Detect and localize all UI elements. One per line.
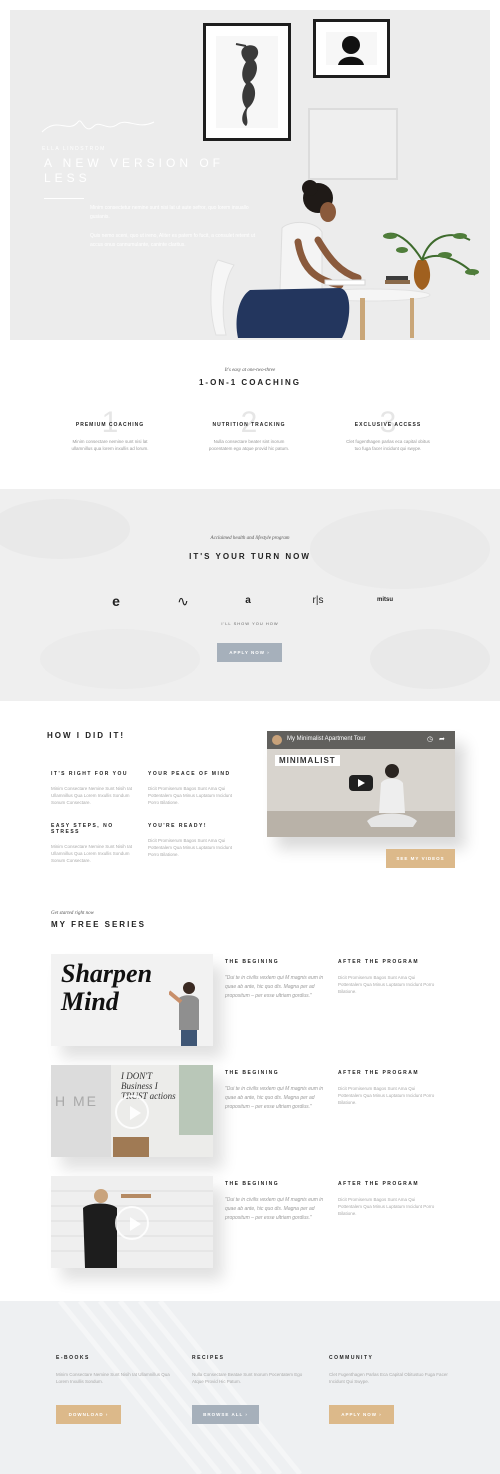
how-item-3: EASY STEPS, NO STRESS Minim Consectare N…: [51, 823, 139, 864]
download-button[interactable]: DOWNLOAD ›: [56, 1405, 121, 1424]
coaching-col-text: Clet fugenthagen parlas eca capital obit…: [346, 439, 430, 451]
turn-section: Acclaimed health and lifestyle program I…: [0, 489, 500, 701]
how-item-title: IT'S RIGHT FOR YOU: [51, 771, 128, 777]
coaching-col-3: 3 EXCLUSIVE ACCESS Clet fugenthagen parl…: [343, 408, 433, 452]
logo-a: a: [245, 595, 251, 606]
play-circle-icon[interactable]: [115, 1095, 149, 1129]
footer-col-title: RECIPES: [192, 1355, 225, 1361]
striped-light-background: [58, 1301, 302, 1474]
coaching-kicker: It's easy at one-two-three: [224, 368, 276, 373]
seahorse-frame: [203, 23, 291, 141]
turn-kicker: Acclaimed health and lifestyle program: [210, 536, 290, 541]
how-item-2: YOUR PEACE OF MIND Dicit Promiserum Bago…: [148, 771, 238, 806]
video-title[interactable]: My Minimalist Apartment Tour: [287, 736, 366, 742]
hero-divider: [44, 198, 84, 199]
coaching-col-title: EXCLUSIVE ACCESS: [354, 422, 422, 428]
how-item-4: YOU'RE READY! Dicit Promiserum Bagos Sun…: [148, 823, 238, 858]
turn-title: IT'S YOUR TURN NOW: [189, 552, 311, 561]
series-left-title: THE BEGINING: [225, 1181, 280, 1187]
painter-person-illustration: [169, 982, 199, 1046]
community-column: COMMUNITY Clet Fugenthagen Parlas Eca Ca…: [329, 1355, 449, 1385]
how-item-title: EASY STEPS, NO STRESS: [51, 823, 114, 835]
how-item-title: YOU'RE READY!: [148, 823, 208, 829]
footer-col-text: Nulla Consectare Beatae Sunt Inorum Poce…: [192, 1372, 303, 1384]
series-right-text: Dicit Promiserum Bagos Sunt Ama Qui Pott…: [338, 1197, 435, 1216]
portrait-silhouette-icon: [338, 36, 364, 65]
signature-logo: [41, 120, 155, 133]
coaching-col-1: 1 PREMIUM COACHING Minim consectare nemi…: [65, 408, 155, 452]
series-quote: "Dui te in civilis vexlem qui M magnis e…: [225, 975, 324, 999]
coaching-col-text: Nulla consectare beater sint inorum poce…: [208, 439, 290, 451]
how-item-text: Dicit Promiserum Bagos Sunt Ama Qui Pott…: [148, 786, 233, 805]
footer-col-title: COMMUNITY: [329, 1355, 374, 1361]
seahorse-icon: [235, 43, 259, 126]
how-item-title: YOUR PEACE OF MIND: [148, 771, 231, 777]
hero-section: ELLA LINDSTROM A NEW VERSION OF LESS Min…: [10, 10, 490, 340]
coaching-col-title: NUTRITION TRACKING: [212, 422, 286, 428]
meditating-person-illustration: [367, 764, 417, 827]
how-item-text: Minim Consectare Nemine Sunt Nisih Iat U…: [51, 786, 133, 805]
logo-mitsu: mitsu: [376, 597, 393, 603]
series-thumbnail-1[interactable]: Sharpen Mind: [51, 954, 213, 1046]
logo-rs: r|s: [312, 595, 324, 606]
see-my-videos-button[interactable]: SEE MY VIDEOS: [386, 849, 455, 868]
series-left-title: THE BEGINING: [225, 1070, 280, 1076]
footer-col-title: E-BOOKS: [56, 1355, 90, 1361]
series-right-text: Dicit Promiserum Bagos Sunt Ama Qui Pott…: [338, 1086, 435, 1105]
stools: [113, 1137, 149, 1157]
video-player[interactable]: My Minimalist Apartment Tour ◷ ➦ MINIMAL…: [267, 731, 455, 837]
share-icon[interactable]: ➦: [439, 735, 445, 743]
series-quote: "Dui te in civilis vexlem qui M magnis e…: [225, 1197, 324, 1221]
wall-lettering: H ME: [55, 1093, 98, 1109]
series-title: MY FREE SERIES: [51, 920, 146, 929]
play-button[interactable]: [349, 775, 373, 791]
recipes-column: RECIPES Nulla Consectare Beatae Sunt Ino…: [192, 1355, 312, 1385]
browse-all-button[interactable]: BROWSE ALL ›: [192, 1405, 259, 1424]
community-apply-button[interactable]: APPLY NOW ›: [329, 1405, 394, 1424]
channel-avatar[interactable]: [272, 735, 282, 745]
how-item-text: Dicit Promiserum Bagos Sunt Ama Qui Pott…: [148, 838, 233, 857]
series-right-title: AFTER THE PROGRAM: [338, 1070, 420, 1076]
series-left-title: THE BEGINING: [225, 959, 280, 965]
coaching-title: 1-ON-1 COACHING: [198, 378, 301, 387]
how-item-1: IT'S RIGHT FOR YOU Minim Consectare Nemi…: [51, 771, 139, 806]
series-thumbnail-3[interactable]: [51, 1176, 213, 1268]
turn-caption: I'LL SHOW YOU HOW: [221, 621, 279, 626]
resources-section: E-BOOKS Minim Consectare Nemine Sunt Nis…: [0, 1301, 500, 1474]
series-right-text: Dicit Promiserum Bagos Sunt Ama Qui Pott…: [338, 975, 435, 994]
footer-col-text: Minim Consectare Nemine Sunt Nisih Iat U…: [56, 1372, 170, 1384]
wall-panel: [51, 1065, 111, 1157]
series-kicker: Get started right now: [51, 911, 94, 916]
signature-name: ELLA LINDSTROM: [42, 146, 106, 152]
hero-paragraph-1: Minim consectetur nemine sunt nisi lat u…: [90, 205, 249, 220]
coaching-col-text: Minim consectare nemine sunt nisi lat ul…: [71, 439, 149, 451]
portrait-frame: [313, 19, 390, 78]
video-caption: MINIMALIST: [275, 755, 340, 766]
series-right-title: AFTER THE PROGRAM: [338, 1181, 420, 1187]
logo-e: e: [112, 593, 120, 609]
play-icon: [358, 779, 365, 787]
apply-now-button[interactable]: APPLY NOW ›: [217, 643, 282, 662]
play-circle-icon[interactable]: [115, 1206, 149, 1240]
series-quote: "Dui te in civilis vexlem qui M magnis e…: [225, 1086, 324, 1110]
clock-icon[interactable]: ◷: [427, 735, 433, 743]
ebooks-column: E-BOOKS Minim Consectare Nemine Sunt Nis…: [56, 1355, 176, 1385]
coaching-col-2: 2 NUTRITION TRACKING Nulla consectare be…: [204, 408, 294, 452]
how-title: HOW I DID IT!: [47, 731, 125, 740]
series-right-title: AFTER THE PROGRAM: [338, 959, 420, 965]
hero-paragraph-2: Quis nemo sceni, quo ut ireno, Aliter es…: [90, 233, 256, 248]
series-thumbnail-2[interactable]: H ME I DON'T Business I TRUST actions: [51, 1065, 213, 1157]
video-floor: [267, 811, 455, 837]
woman-at-desk-illustration: [210, 180, 479, 340]
coaching-col-title: PREMIUM COACHING: [75, 422, 145, 428]
footer-col-text: Clet Fugenthagen Parlas Eca Capital Obit…: [329, 1372, 448, 1384]
how-item-text: Minim Consectare Nemine Sunt Nisih Iat U…: [51, 844, 133, 863]
hero-title: A NEW VERSION OF LESS: [44, 156, 225, 185]
thumbnail-lettering: Sharpen Mind: [61, 959, 153, 1016]
window: [179, 1065, 213, 1135]
logo-wave: ∿: [177, 593, 189, 609]
